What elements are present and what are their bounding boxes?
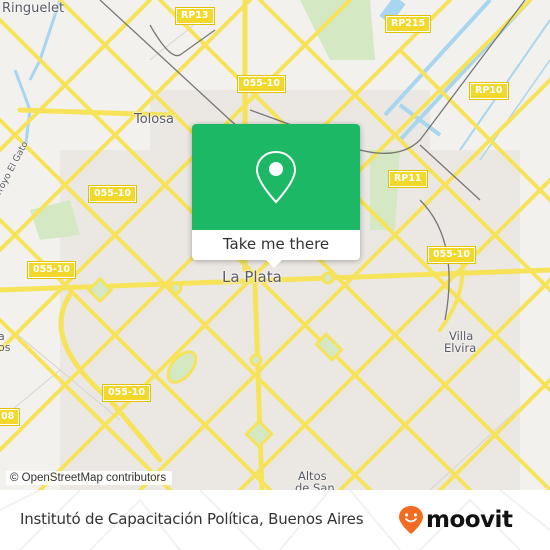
popup-header [192,124,360,230]
road-shield-055-10: 055-10 [102,384,151,402]
footer: Institutó de Capacitación Política, Buen… [0,490,550,550]
place-label-elvira: Elvira [444,341,477,355]
road-shield-rp215: RP215 [384,15,432,33]
road-shield-055-10: 055-10 [237,75,286,93]
park [370,150,400,230]
road-shield-rp10: RP10 [469,82,509,100]
moovit-logo[interactable]: moovit [398,504,513,536]
place-label-tolosa: Tolosa [134,112,174,127]
road-shield-08: 08 [0,408,21,426]
moovit-pin-icon [399,506,423,534]
moovit-wordmark: moovit [426,507,513,533]
location-title: Institutó de Capacitación Política, Buen… [20,510,364,528]
location-popup: Take me there [192,124,360,268]
map-attribution[interactable]: © OpenStreetMap contributors [6,471,173,485]
place-label-ringuelet: Ringuelet [2,1,65,16]
location-pin-icon [255,150,297,204]
popup-tail [266,260,282,268]
road-shield-055-10: 055-10 [427,246,476,264]
place-label-edge-os: os [0,341,11,354]
take-me-there-button[interactable]: Take me there [192,230,360,260]
road-shield-rp11: RP11 [388,170,428,188]
road-shield-rp13: RP13 [175,7,215,25]
road-shield-055-10: 055-10 [88,185,137,203]
place-label-la-plata: La Plata [222,268,282,286]
place-label-de-san: de San [295,481,335,490]
map[interactable]: Ringuelet Tolosa La Plata Villa Elvira A… [0,0,550,490]
road-shield-055-10: 055-10 [27,261,76,279]
